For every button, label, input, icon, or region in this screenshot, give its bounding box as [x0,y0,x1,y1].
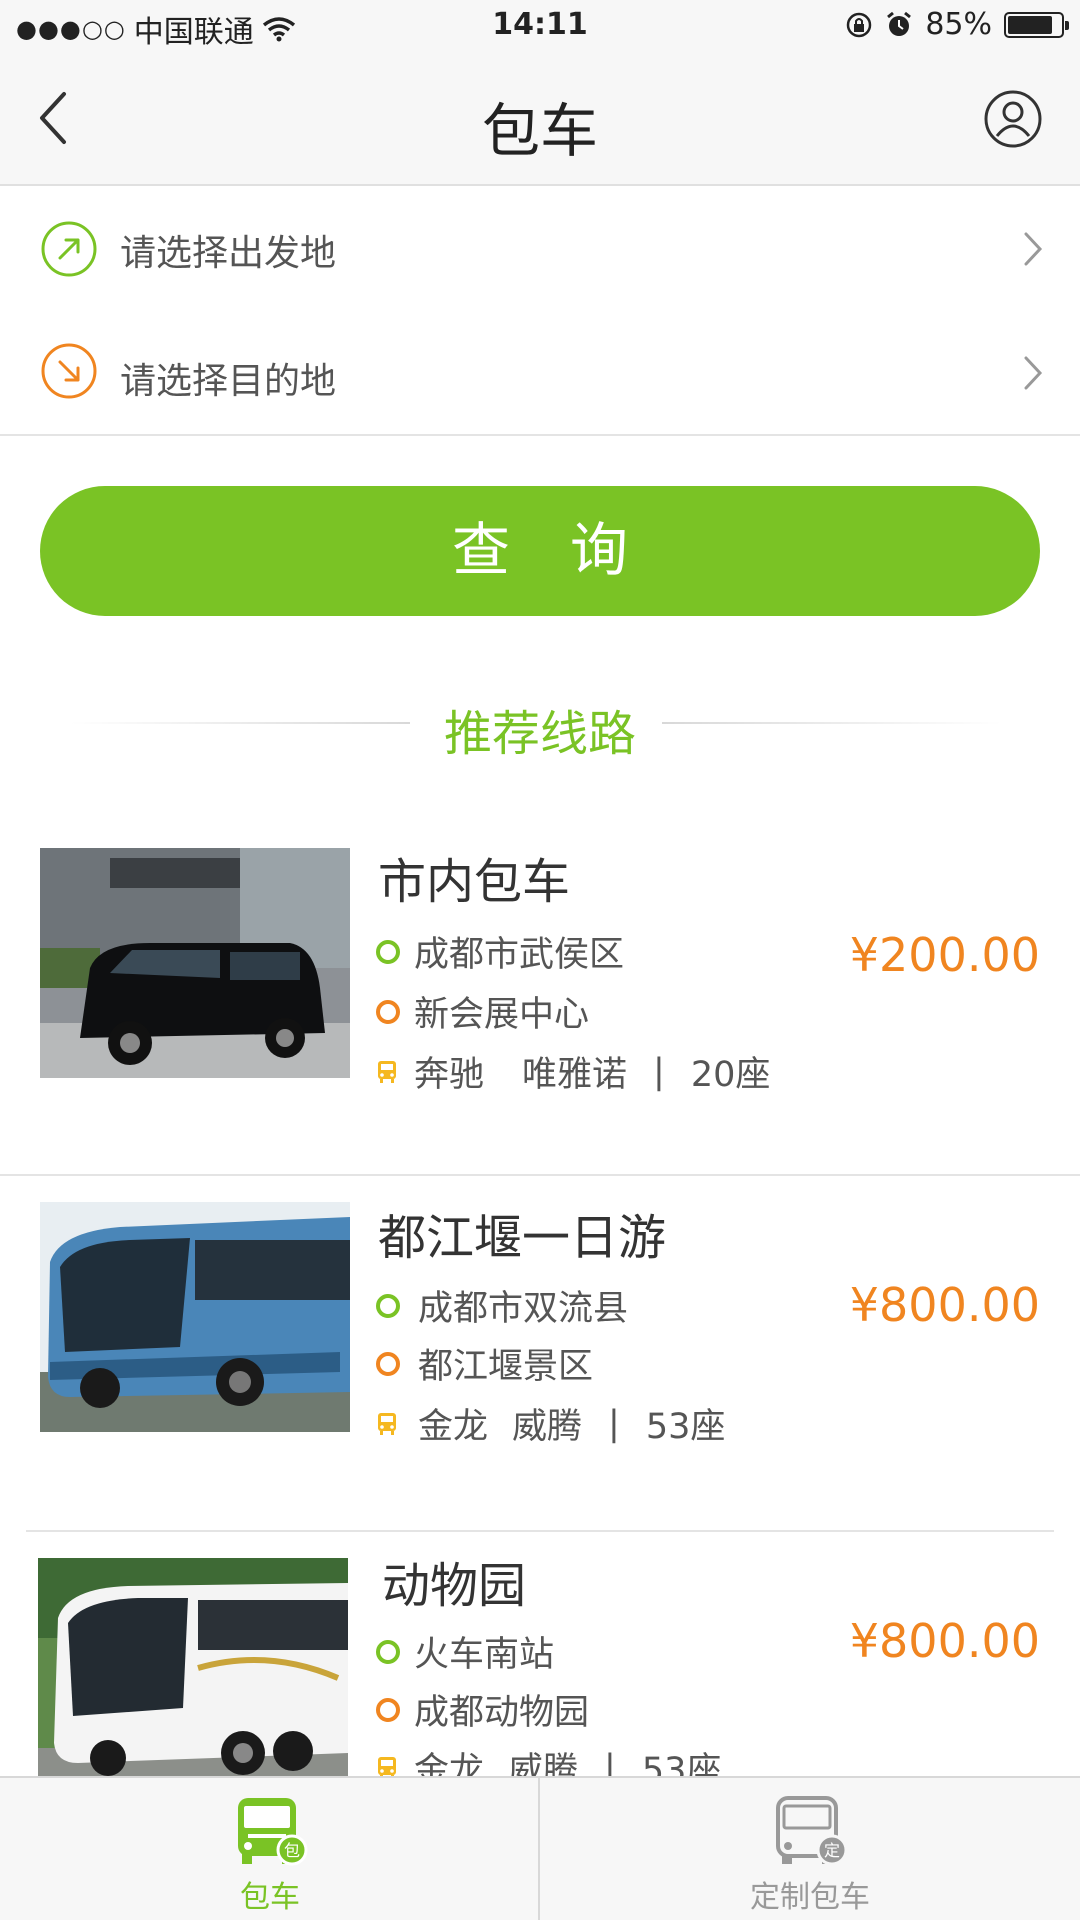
destination-dot-icon [376,1697,400,1722]
route-card[interactable]: 动物园 火车南站 成都动物园 金龙 威腾 | 53座 ¥800.00 [0,1532,1080,1776]
destination-dot-icon [376,999,400,1024]
route-title: 动物园 [382,1558,527,1614]
route-card[interactable]: 都江堰一日游 成都市双流县 都江堰景区 金龙 威腾 | 53座 ¥800.00 [0,1176,1080,1532]
vehicle-seats: 20座 [690,1055,771,1095]
route-origin: 火车南站 [376,1626,554,1677]
battery-percentage: 85% [925,7,992,42]
status-bar: ●●●○○ 中国联通 14:11 85% [0,0,1080,50]
bottom-tab-bar: 包 包车 定 定制包车 [0,1776,1080,1920]
origin-placeholder: 请选择出发地 [120,233,337,274]
tab-label: 包车 [240,1880,300,1915]
destination-placeholder: 请选择目的地 [120,361,337,402]
blue-coach-photo [40,1202,350,1432]
route-destination-text: 新会展中心 [414,995,590,1035]
route-destination-text: 都江堰景区 [418,1347,594,1387]
separator: | [608,1403,620,1444]
route-origin-text: 成都市武侯区 [414,935,625,975]
vehicle-model: 威腾 [508,1751,579,1776]
route-title: 市内包车 [378,854,571,910]
departure-arrow-icon [41,221,97,277]
white-coach-photo [38,1558,348,1776]
navigation-bar: 包车 [0,50,1080,186]
page-title: 包车 [481,97,598,165]
route-price: ¥200.00 [849,928,1040,982]
route-origin: 成都市双流县 [376,1280,628,1331]
chevron-right-icon [1024,356,1043,390]
bus-icon [378,1412,396,1435]
route-vehicle: 金龙 威腾 | 53座 [376,1742,721,1776]
origin-selector[interactable]: 请选择出发地 [0,186,1080,314]
svg-text:包: 包 [284,1841,300,1860]
section-title: 推荐线路 [443,706,636,762]
route-destination-text: 成都动物园 [414,1693,590,1733]
separator: | [653,1051,665,1092]
route-origin: 成都市武侯区 [376,926,624,977]
route-price: ¥800.00 [849,1278,1040,1332]
custom-bus-icon: 定 [776,1796,848,1866]
search-button[interactable]: 查询 [40,486,1040,616]
tab-charter[interactable]: 包 包车 [0,1778,540,1920]
tab-custom-charter[interactable]: 定 定制包车 [540,1778,1080,1920]
separator: | [604,1747,616,1777]
route-list: 市内包车 成都市武侯区 新会展中心 奔驰 唯雅诺 | 20座 ¥200.00 都… [0,820,1080,1776]
svg-text:定: 定 [824,1841,840,1860]
bus-icon [378,1060,396,1083]
vehicle-brand: 金龙 [418,1407,489,1447]
route-origin-text: 成都市双流县 [418,1289,629,1329]
route-title: 都江堰一日游 [378,1210,667,1266]
vehicle-model: 威腾 [512,1407,583,1447]
recommended-routes-header: 推荐线路 [0,690,1080,762]
route-destination: 新会展中心 [376,986,589,1037]
vehicle-brand: 金龙 [414,1751,485,1776]
origin-dot-icon [376,939,400,964]
route-price: ¥800.00 [849,1614,1040,1668]
tab-label: 定制包车 [750,1880,870,1915]
destination-dot-icon [376,1351,400,1376]
route-destination: 成都动物园 [376,1684,589,1735]
bus-icon: 包 [238,1798,308,1866]
arrival-arrow-icon [41,343,97,399]
route-destination: 都江堰景区 [376,1338,593,1389]
origin-dot-icon [376,1639,400,1664]
vehicle-model: 唯雅诺 [522,1055,628,1095]
origin-dot-icon [376,1293,400,1318]
divider-line [662,722,1002,724]
route-vehicle: 奔驰 唯雅诺 | 20座 [376,1046,770,1097]
chevron-right-icon [1024,232,1043,266]
destination-selector[interactable]: 请选择目的地 [0,306,1080,436]
vehicle-seats: 53座 [645,1407,726,1447]
user-circle-icon[interactable] [984,90,1042,148]
vehicle-brand: 奔驰 [414,1055,485,1095]
battery-icon [1004,11,1069,38]
bus-icon [378,1756,396,1776]
alarm-icon [887,11,912,36]
route-vehicle: 金龙 威腾 | 53座 [376,1398,725,1449]
vehicle-seats: 53座 [641,1751,722,1776]
route-card[interactable]: 市内包车 成都市武侯区 新会展中心 奔驰 唯雅诺 | 20座 ¥200.00 [0,820,1080,1176]
black-van-photo [40,848,350,1078]
route-origin-text: 火车南站 [414,1635,555,1675]
orientation-lock-icon [847,12,872,37]
